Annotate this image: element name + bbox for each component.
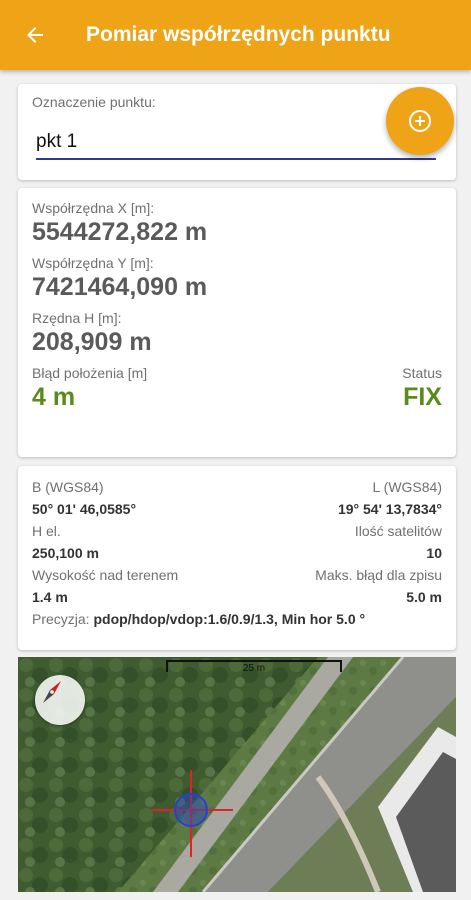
position-error-value: 4 m xyxy=(32,383,76,411)
status-badge: FIX xyxy=(403,383,442,411)
hel-label: H el. xyxy=(32,523,61,539)
position-error-label: Błąd położenia [m] xyxy=(32,365,148,381)
compass-icon xyxy=(43,681,61,703)
map-scale-bar: 25 m xyxy=(166,660,342,674)
precision-row: Precyzja: pdop/hdop/vdop:1.6/0.9/1.3, Mi… xyxy=(32,608,442,630)
coordinates-card: Współrzędna X [m]: 5544272,822 m Współrz… xyxy=(18,188,456,457)
max-error-value: 5.0 m xyxy=(406,589,442,605)
precision-label: Precyzja: xyxy=(32,611,90,627)
bottom-edge xyxy=(0,892,471,900)
app-bar: Pomiar współrzędnych punktu xyxy=(0,0,471,70)
terrain-maxerr-label-row: Wysokość nad terenem Maks. błąd dla zpis… xyxy=(32,564,442,586)
hel-sat-label-row: H el. Ilość satelitów xyxy=(32,520,442,542)
add-circle-icon xyxy=(409,110,431,132)
page-title: Pomiar współrzędnych punktu xyxy=(86,23,391,46)
b-label: B (WGS84) xyxy=(32,479,104,495)
l-value: 19° 54' 13,7834° xyxy=(337,501,442,517)
map-scale-label: 25 m xyxy=(242,663,266,674)
l-label: L (WGS84) xyxy=(372,479,443,495)
compass-button[interactable] xyxy=(35,675,85,725)
add-point-button[interactable] xyxy=(386,87,454,155)
arrow-back-icon xyxy=(27,27,43,43)
point-name-label: Oznaczenie punktu: xyxy=(32,94,156,110)
satellites-label: Ilość satelitów xyxy=(354,523,442,539)
h-value: 208,909 m xyxy=(32,328,152,356)
h-label: Rzędna H [m]: xyxy=(32,310,122,326)
wgs84-card: B (WGS84) L (WGS84) 50° 01' 46,0585° 19°… xyxy=(18,466,456,650)
terrain-height-value: 1.4 m xyxy=(32,589,68,605)
wgs-value-row: 50° 01' 46,0585° 19° 54' 13,7834° xyxy=(32,498,442,520)
status-label: Status xyxy=(402,365,442,381)
hel-value: 250,100 m xyxy=(32,545,99,561)
back-button[interactable] xyxy=(0,0,70,70)
satellites-value: 10 xyxy=(426,545,442,561)
error-status-values: 4 m FIX xyxy=(32,381,442,412)
terrain-maxerr-value-row: 1.4 m 5.0 m xyxy=(32,586,442,608)
x-label: Współrzędna X [m]: xyxy=(32,200,155,216)
error-status-labels: Błąd położenia [m] Status xyxy=(32,365,442,381)
b-value: 50° 01' 46,0585° xyxy=(32,501,137,517)
satellite-map[interactable]: 25 m xyxy=(18,657,456,892)
y-label: Współrzędna Y [m]: xyxy=(32,255,154,271)
hel-sat-value-row: 250,100 m 10 xyxy=(32,542,442,564)
point-name-input[interactable] xyxy=(36,128,436,156)
point-name-field[interactable] xyxy=(36,128,436,160)
y-value: 7421464,090 m xyxy=(32,273,208,301)
x-value: 5544272,822 m xyxy=(32,218,208,246)
precision-value: pdop/hdop/vdop:1.6/0.9/1.3, Min hor 5.0 … xyxy=(93,611,366,627)
wgs-label-row: B (WGS84) L (WGS84) xyxy=(32,476,442,498)
max-error-label: Maks. błąd dla zpisu xyxy=(315,567,442,583)
terrain-height-label: Wysokość nad terenem xyxy=(32,567,179,583)
